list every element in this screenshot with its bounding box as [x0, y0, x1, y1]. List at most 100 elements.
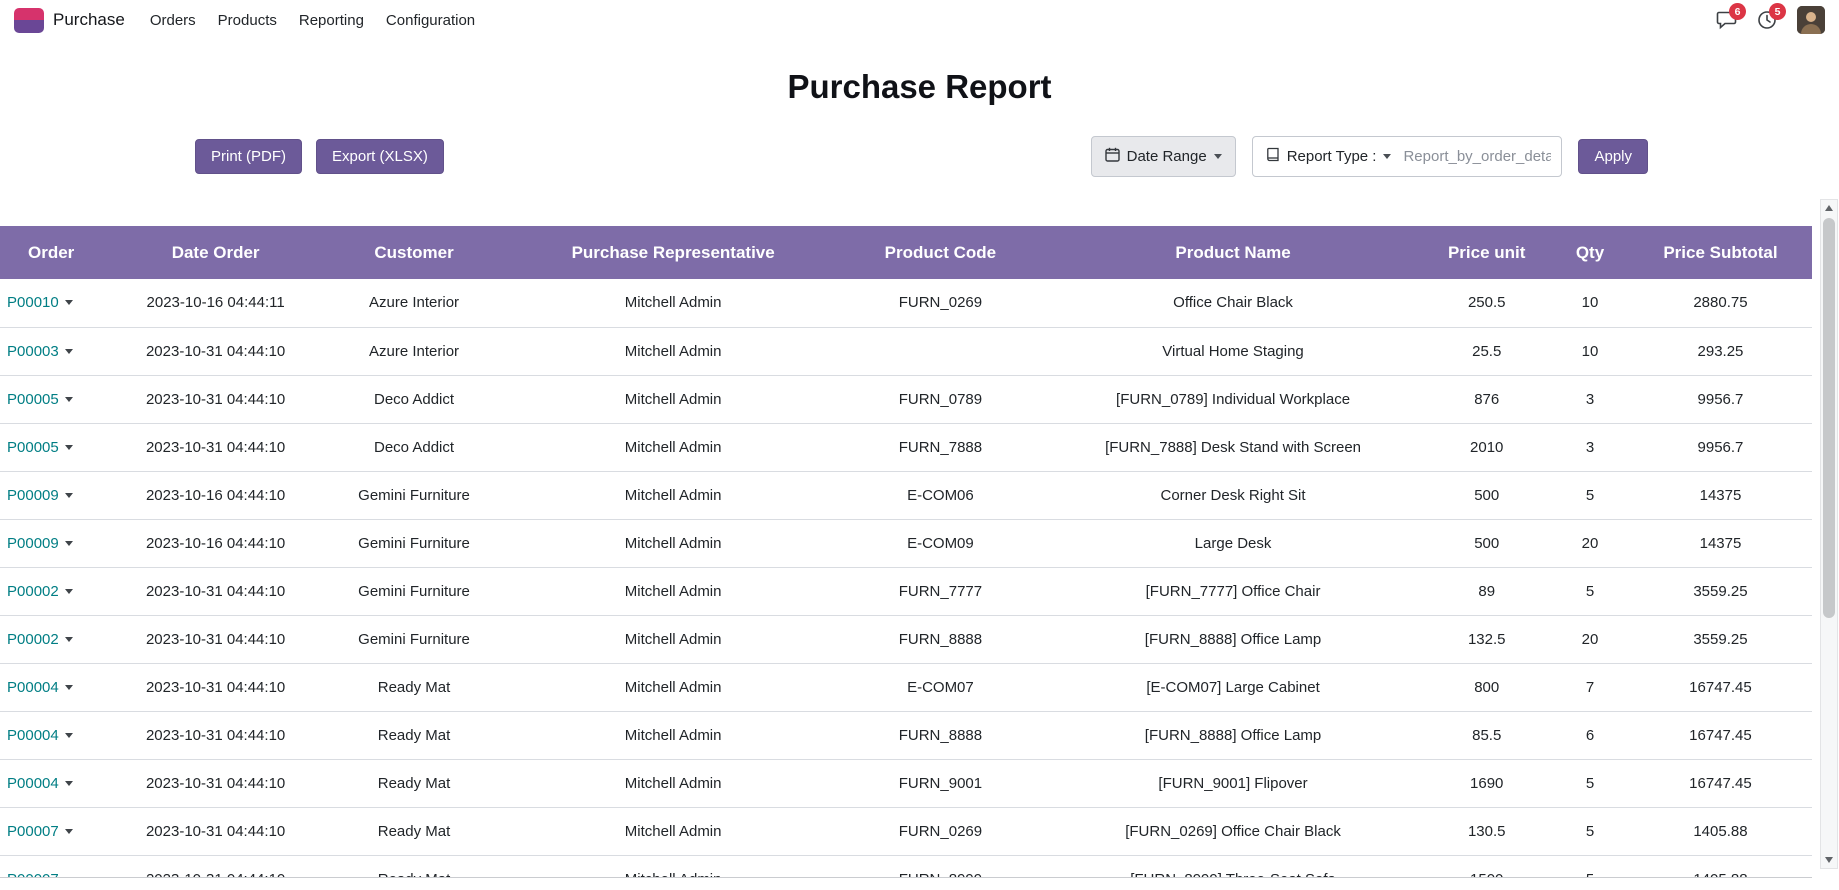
- order-dropdown-caret-icon[interactable]: [65, 541, 73, 546]
- order-link[interactable]: P00009: [7, 487, 59, 504]
- date-order-cell: 2023-10-31 04:44:10: [112, 567, 319, 615]
- order-dropdown-caret-icon[interactable]: [65, 781, 73, 786]
- purchase-app-icon[interactable]: [14, 8, 44, 33]
- apply-button[interactable]: Apply: [1578, 139, 1648, 174]
- product-name-cell: [FURN_7888] Desk Stand with Screen: [1044, 423, 1423, 471]
- purchase-representative-cell: Mitchell Admin: [509, 759, 837, 807]
- report-type-dropdown[interactable]: Report Type :: [1253, 137, 1402, 176]
- export-xlsx-button[interactable]: Export (XLSX): [316, 139, 444, 174]
- calendar-icon: [1105, 147, 1120, 166]
- price-subtotal-cell: 16747.45: [1629, 711, 1812, 759]
- vertical-scrollbar[interactable]: [1820, 199, 1838, 869]
- order-cell: P00009: [0, 471, 112, 519]
- controls-row: Print (PDF) Export (XLSX) Date Range: [0, 136, 1839, 177]
- order-cell: P00003: [0, 327, 112, 375]
- nav-item-reporting[interactable]: Reporting: [288, 3, 375, 38]
- messages-button[interactable]: 6: [1716, 10, 1737, 30]
- price-subtotal-cell: 3559.25: [1629, 615, 1812, 663]
- column-header-qty: Qty: [1551, 226, 1629, 279]
- order-dropdown-caret-icon[interactable]: [65, 300, 73, 305]
- order-link[interactable]: P00010: [7, 294, 59, 311]
- product-code-cell: FURN_8999: [837, 855, 1044, 878]
- order-link[interactable]: P00009: [7, 535, 59, 552]
- date-range-dropdown[interactable]: Date Range: [1091, 136, 1236, 177]
- nav-item-orders[interactable]: Orders: [139, 3, 207, 38]
- price-subtotal-cell: 14375: [1629, 471, 1812, 519]
- customer-cell: Ready Mat: [319, 711, 509, 759]
- order-dropdown-caret-icon[interactable]: [65, 733, 73, 738]
- price-subtotal-cell: 3559.25: [1629, 567, 1812, 615]
- date-order-cell: 2023-10-31 04:44:10: [112, 615, 319, 663]
- table-header-row: Order Date Order Customer Purchase Repre…: [0, 226, 1812, 279]
- product-name-cell: Office Chair Black: [1044, 279, 1423, 327]
- price-unit-cell: 876: [1422, 375, 1551, 423]
- nav-item-configuration[interactable]: Configuration: [375, 3, 486, 38]
- purchase-representative-cell: Mitchell Admin: [509, 375, 837, 423]
- table-row: P00005 2023-10-31 04:44:10 Deco Addict M…: [0, 423, 1812, 471]
- column-header-price-subtotal: Price Subtotal: [1629, 226, 1812, 279]
- customer-cell: Ready Mat: [319, 759, 509, 807]
- activities-button[interactable]: 5: [1757, 10, 1777, 30]
- order-dropdown-caret-icon[interactable]: [65, 829, 73, 834]
- order-link[interactable]: P00007: [7, 823, 59, 840]
- purchase-representative-cell: Mitchell Admin: [509, 327, 837, 375]
- report-table-container: Order Date Order Customer Purchase Repre…: [0, 226, 1812, 878]
- column-header-customer: Customer: [319, 226, 509, 279]
- order-dropdown-caret-icon[interactable]: [65, 589, 73, 594]
- order-dropdown-caret-icon[interactable]: [65, 349, 73, 354]
- order-dropdown-caret-icon[interactable]: [65, 493, 73, 498]
- purchase-representative-cell: Mitchell Admin: [509, 807, 837, 855]
- qty-cell: 3: [1551, 375, 1629, 423]
- column-header-price-unit: Price unit: [1422, 226, 1551, 279]
- order-dropdown-caret-icon[interactable]: [65, 877, 73, 878]
- product-name-cell: [FURN_7777] Office Chair: [1044, 567, 1423, 615]
- order-link[interactable]: P00003: [7, 343, 59, 360]
- product-code-cell: FURN_0789: [837, 375, 1044, 423]
- qty-cell: 7: [1551, 663, 1629, 711]
- scroll-up-arrow-icon[interactable]: [1821, 200, 1837, 216]
- scrollbar-thumb[interactable]: [1823, 218, 1835, 618]
- order-link[interactable]: P00005: [7, 391, 59, 408]
- order-link[interactable]: P00004: [7, 679, 59, 696]
- order-dropdown-caret-icon[interactable]: [65, 637, 73, 642]
- order-link[interactable]: P00004: [7, 775, 59, 792]
- table-row: P00007 2023-10-31 04:44:10 Ready Mat Mit…: [0, 855, 1812, 878]
- order-cell: P00009: [0, 519, 112, 567]
- price-unit-cell: 85.5: [1422, 711, 1551, 759]
- qty-cell: 5: [1551, 807, 1629, 855]
- order-link[interactable]: P00004: [7, 727, 59, 744]
- page-title: Purchase Report: [0, 68, 1839, 106]
- report-type-group: Report Type :: [1252, 136, 1563, 177]
- purchase-representative-cell: Mitchell Admin: [509, 423, 837, 471]
- print-pdf-button[interactable]: Print (PDF): [195, 139, 302, 174]
- order-dropdown-caret-icon[interactable]: [65, 685, 73, 690]
- user-avatar[interactable]: [1797, 6, 1825, 34]
- order-cell: P00007: [0, 855, 112, 878]
- qty-cell: 5: [1551, 471, 1629, 519]
- date-order-cell: 2023-10-16 04:44:10: [112, 471, 319, 519]
- order-link[interactable]: P00002: [7, 631, 59, 648]
- top-nav: Purchase Orders Products Reporting Confi…: [0, 0, 1839, 40]
- order-link[interactable]: P00007: [7, 871, 59, 878]
- order-dropdown-caret-icon[interactable]: [65, 445, 73, 450]
- customer-cell: Gemini Furniture: [319, 471, 509, 519]
- table-row: P00002 2023-10-31 04:44:10 Gemini Furnit…: [0, 615, 1812, 663]
- app-name[interactable]: Purchase: [53, 10, 125, 30]
- purchase-representative-cell: Mitchell Admin: [509, 855, 837, 878]
- nav-item-products[interactable]: Products: [207, 3, 288, 38]
- date-order-cell: 2023-10-31 04:44:10: [112, 759, 319, 807]
- price-subtotal-cell: 9956.7: [1629, 375, 1812, 423]
- order-cell: P00004: [0, 759, 112, 807]
- report-type-input[interactable]: [1401, 148, 1561, 165]
- customer-cell: Deco Addict: [319, 375, 509, 423]
- order-cell: P00010: [0, 279, 112, 327]
- scroll-down-arrow-icon[interactable]: [1821, 852, 1837, 868]
- price-unit-cell: 500: [1422, 519, 1551, 567]
- date-order-cell: 2023-10-16 04:44:10: [112, 519, 319, 567]
- column-header-purchase-representative: Purchase Representative: [509, 226, 837, 279]
- chevron-down-icon: [1214, 154, 1222, 159]
- product-code-cell: E-COM07: [837, 663, 1044, 711]
- order-link[interactable]: P00005: [7, 439, 59, 456]
- order-dropdown-caret-icon[interactable]: [65, 397, 73, 402]
- order-link[interactable]: P00002: [7, 583, 59, 600]
